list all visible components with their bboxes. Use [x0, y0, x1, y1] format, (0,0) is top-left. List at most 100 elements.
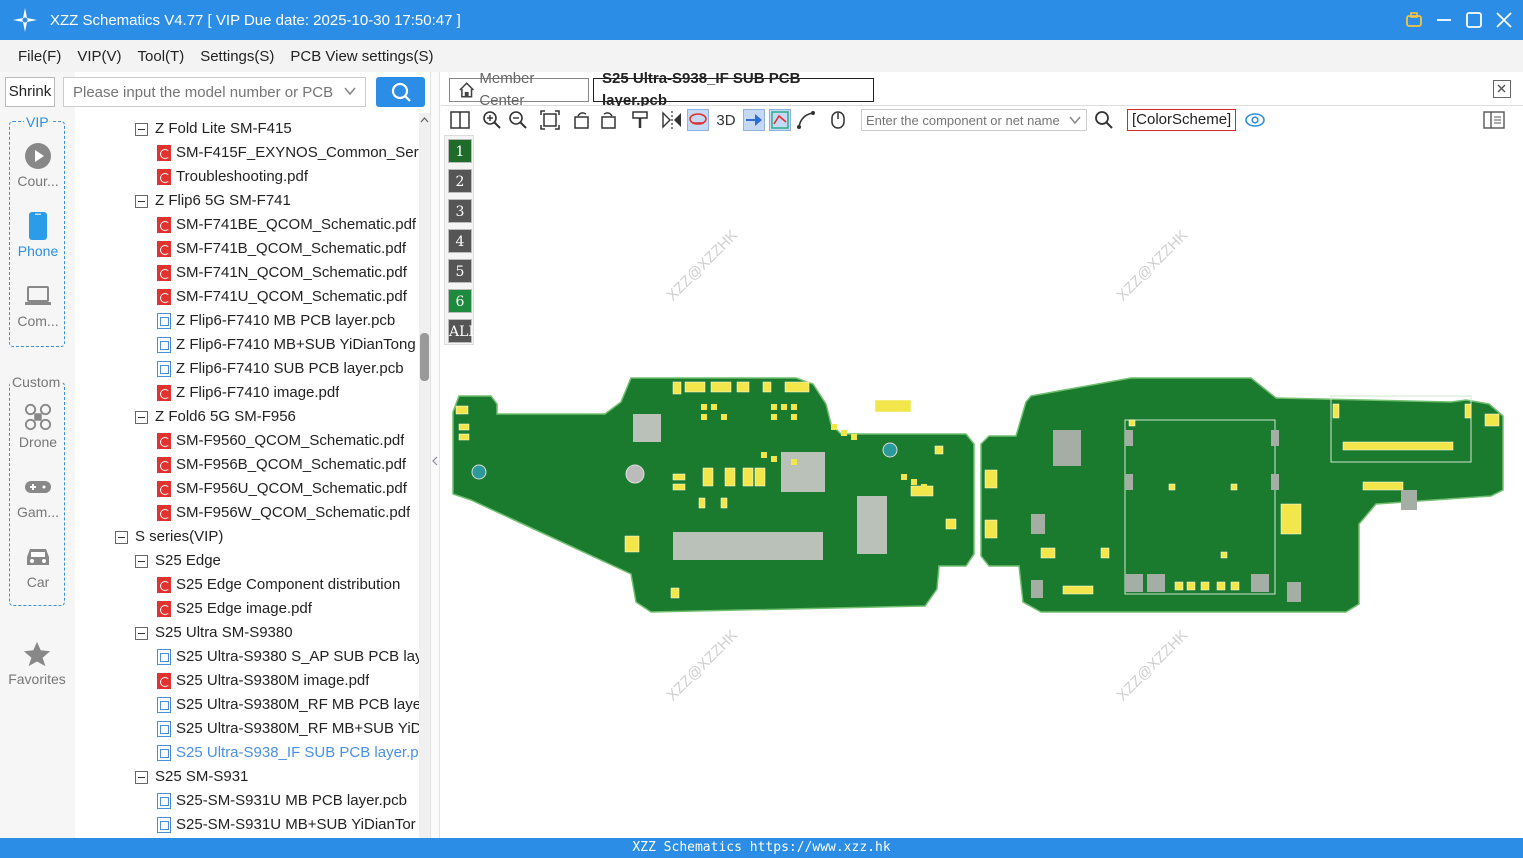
model-search-box	[63, 77, 366, 107]
tree-folder[interactable]: Z Fold6 5G SM-F956	[135, 405, 296, 429]
rail-item-car[interactable]: Car	[10, 531, 66, 601]
zoom-in-icon[interactable]	[481, 109, 503, 131]
tree-file[interactable]: SM-F741B_QCOM_Schematic.pdf	[157, 237, 406, 261]
pdf-file-icon	[157, 673, 171, 689]
color-scheme-button[interactable]: [ColorScheme]	[1127, 109, 1237, 131]
tree-file[interactable]: SM-F741N_QCOM_Schematic.pdf	[157, 261, 407, 285]
route-trace-icon[interactable]	[769, 109, 791, 131]
collapse-toggle-icon[interactable]	[115, 530, 128, 544]
tree-file[interactable]: SM-F9560_QCOM_Schematic.pdf	[157, 429, 404, 453]
pcb-file-icon	[157, 793, 171, 809]
eye-icon[interactable]	[1244, 109, 1266, 131]
split-view-icon[interactable]	[449, 109, 471, 131]
collapse-toggle-icon[interactable]	[135, 410, 148, 424]
minimize-button[interactable]	[1435, 11, 1453, 29]
mirror-flip-icon[interactable]	[661, 109, 683, 131]
tree-scroll-thumb[interactable]	[420, 333, 429, 381]
tab-member-center[interactable]: Member Center	[449, 70, 589, 109]
menu-pcb-view-settings[interactable]: PCB View settings(S)	[290, 48, 433, 65]
tree-file[interactable]: SM-F741U_QCOM_Schematic.pdf	[157, 285, 407, 309]
menu-file[interactable]: File(F)	[18, 48, 61, 65]
close-button[interactable]	[1495, 11, 1513, 29]
tree-file[interactable]: S25 Ultra-S9380M_RF MB PCB laye	[157, 693, 419, 717]
rail-item-label: Gam...	[16, 503, 59, 520]
tree-file[interactable]: Z Flip6-F7410 MB+SUB YiDianTong	[157, 333, 416, 357]
rail-item-game[interactable]: Gam...	[10, 461, 66, 531]
collapse-arrow-icon[interactable]	[431, 456, 439, 466]
rail-item-courses[interactable]: Cour...	[10, 130, 66, 200]
tree-file[interactable]: SM-F956W_QCOM_Schematic.pdf	[157, 501, 410, 525]
collapse-toggle-icon[interactable]	[135, 626, 148, 640]
model-search-input[interactable]	[64, 78, 334, 106]
tree-file[interactable]: Z Flip6-F7410 image.pdf	[157, 381, 339, 405]
tree-file[interactable]: S25 Ultra-S9380M image.pdf	[157, 669, 369, 693]
tree-file[interactable]: S25 Edge Component distribution	[157, 573, 400, 597]
tree-folder[interactable]: Z Flip6 5G SM-F741	[135, 189, 291, 213]
search-button[interactable]	[376, 77, 425, 107]
paint-brush-icon[interactable]	[629, 109, 651, 131]
search-icon[interactable]	[1093, 109, 1115, 131]
tree-file[interactable]: S25-SM-S931U MB PCB layer.pcb	[157, 789, 407, 813]
collapse-toggle-icon[interactable]	[135, 194, 148, 208]
tree-folder[interactable]: S25 Edge	[135, 549, 221, 573]
panel-splitter[interactable]	[430, 72, 440, 838]
rail-item-favorites[interactable]: Favorites	[8, 628, 66, 698]
tree-file[interactable]: S25 Ultra-S9380 S_AP SUB PCB laye	[157, 645, 419, 669]
tab-active-pcb[interactable]: S25 Ultra-S938_IF SUB PCB layer.pcb	[593, 70, 874, 109]
tree-file[interactable]: Z Flip6-F7410 MB PCB layer.pcb	[157, 309, 395, 333]
3d-view-button[interactable]: 3D	[713, 109, 739, 131]
rail-item-phone[interactable]: Phone	[10, 200, 66, 270]
collapse-toggle-icon[interactable]	[135, 122, 148, 136]
tree-file[interactable]: SM-F415F_EXYNOS_Common_Servi	[157, 141, 419, 165]
rotate-right-icon[interactable]	[597, 109, 619, 131]
pdf-file-icon	[157, 577, 171, 593]
vip-badge-icon[interactable]	[1405, 11, 1423, 29]
rotate-left-icon[interactable]	[571, 109, 593, 131]
tree-file[interactable]: SM-F956U_QCOM_Schematic.pdf	[157, 477, 407, 501]
tree-file[interactable]: S25 Ultra-S9380M_RF MB+SUB YiD	[157, 717, 419, 741]
tree-file[interactable]: S25 Ultra-S938_IF SUB PCB layer.pc	[157, 741, 419, 765]
close-all-tabs-button[interactable]	[1493, 80, 1511, 98]
pcb-board-drawing[interactable]	[441, 134, 1523, 838]
tree-scrollbar[interactable]	[419, 113, 430, 838]
maximize-button[interactable]	[1465, 11, 1483, 29]
phone-icon	[24, 211, 52, 240]
tree-folder[interactable]: Z Fold Lite SM-F415	[135, 117, 292, 141]
pad-highlight-icon[interactable]	[687, 109, 709, 131]
tree-folder[interactable]: S series(VIP)	[115, 525, 223, 549]
tree-file[interactable]: SM-F741BE_QCOM_Schematic.pdf	[157, 213, 416, 237]
tree-item-label: SM-F741U_QCOM_Schematic.pdf	[176, 288, 407, 305]
collapse-toggle-icon[interactable]	[135, 770, 148, 784]
side-panel-toggle-icon[interactable]	[1483, 109, 1505, 131]
tree-file[interactable]: S25-SM-S931U MB+SUB YiDianTor	[157, 813, 416, 837]
tree-file[interactable]: Z Flip6-F7410 SUB PCB layer.pcb	[157, 357, 404, 381]
tree-file[interactable]: S25 Edge image.pdf	[157, 597, 312, 621]
tree-item-label: SM-F956B_QCOM_Schematic.pdf	[176, 456, 407, 473]
measure-curve-icon[interactable]	[795, 109, 817, 131]
menu-tool[interactable]: Tool(T)	[138, 48, 185, 65]
menu-settings[interactable]: Settings(S)	[200, 48, 274, 65]
fit-view-icon[interactable]	[539, 109, 561, 131]
component-search-input[interactable]	[866, 110, 1062, 130]
shrink-button[interactable]: Shrink	[5, 77, 55, 107]
tree-folder[interactable]: S25 SM-S931	[135, 765, 248, 789]
chevron-down-icon[interactable]	[343, 84, 357, 98]
net-arrow-icon[interactable]	[743, 109, 765, 131]
collapse-toggle-icon[interactable]	[135, 554, 148, 568]
tree-item-label: S25 Ultra SM-S9380	[155, 624, 293, 641]
tree-file[interactable]: SM-F956B_QCOM_Schematic.pdf	[157, 453, 406, 477]
tree-folder[interactable]: S25 Ultra SM-S9380	[135, 621, 293, 645]
tree-item-label: S25 Ultra-S9380M image.pdf	[176, 672, 370, 689]
pcb-canvas[interactable]: 1 2 3 4 5 6 ALL XZZ@XZZHK XZZ@XZZHK XZZ@XZZHK …	[441, 134, 1523, 838]
scroll-up-icon[interactable]	[419, 115, 430, 125]
mouse-icon[interactable]	[827, 109, 849, 131]
rail-item-computer[interactable]: Com...	[10, 270, 66, 340]
pcb-board-right	[980, 377, 1504, 613]
rail-item-drone[interactable]: Drone	[10, 391, 66, 461]
menu-vip[interactable]: VIP(V)	[77, 48, 121, 65]
chevron-down-icon[interactable]	[1068, 113, 1082, 127]
tree-file[interactable]: Troubleshooting.pdf	[157, 165, 308, 189]
tree-item-label: S25-SM-S931U MB+SUB YiDianTor	[176, 816, 416, 833]
zoom-out-icon[interactable]	[507, 109, 529, 131]
pdf-file-icon	[157, 217, 171, 233]
